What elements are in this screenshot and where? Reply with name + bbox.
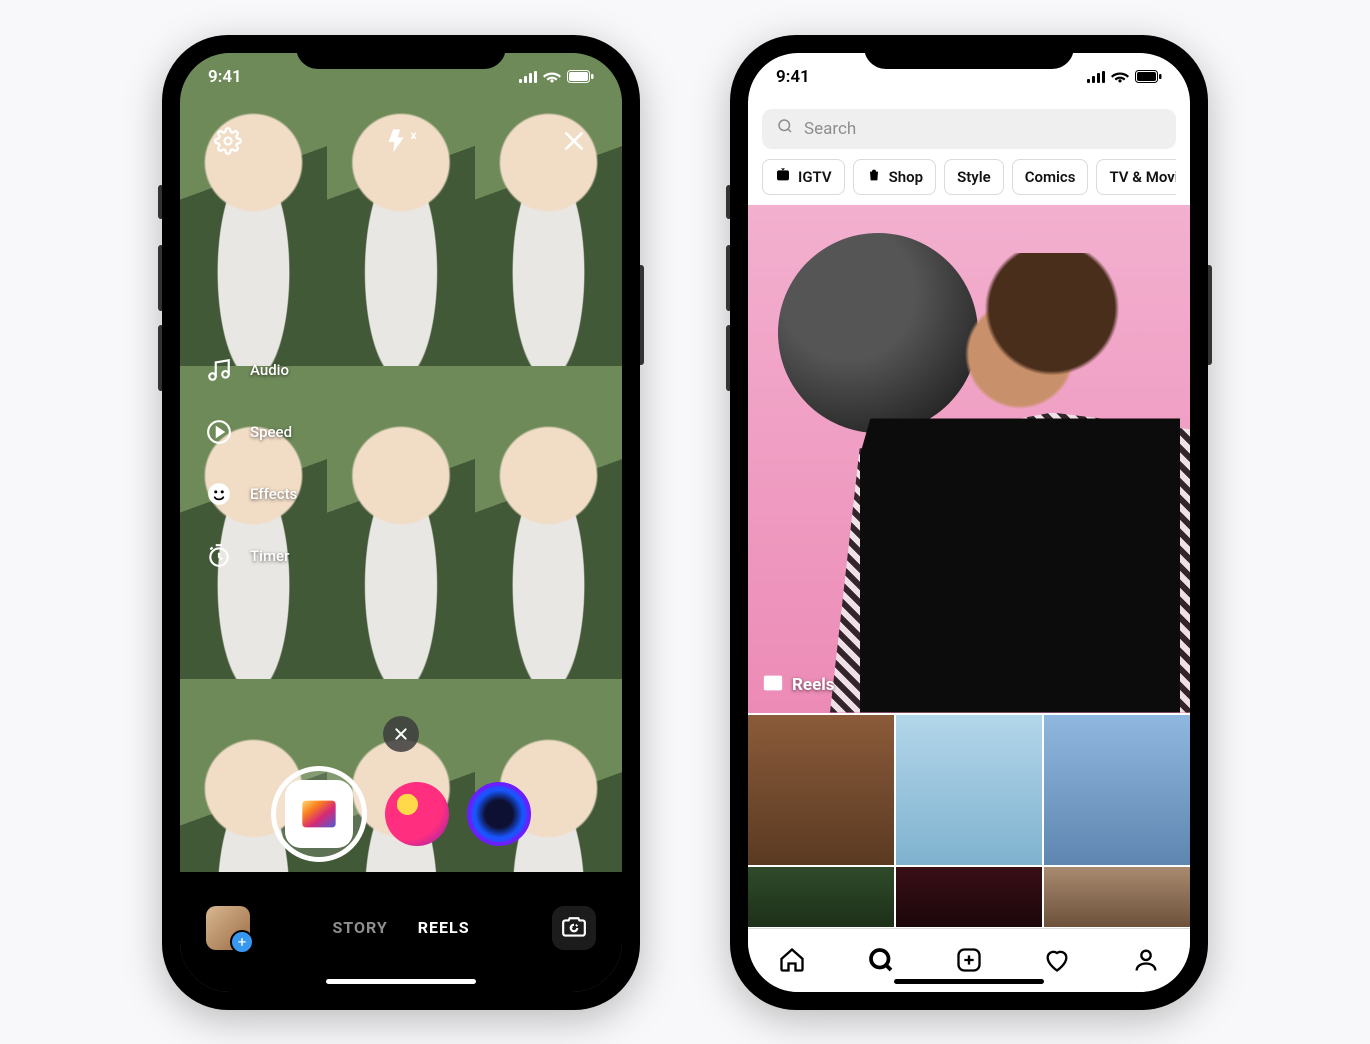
shop-icon xyxy=(866,167,882,187)
flash-button[interactable]: x xyxy=(381,121,421,161)
audio-tool-label: Audio xyxy=(250,361,289,379)
effects-tool[interactable]: Effects xyxy=(202,477,297,511)
timer-tool[interactable]: Timer xyxy=(202,539,297,573)
wifi-icon xyxy=(1111,70,1129,83)
chip-tvmovies[interactable]: TV & Movies xyxy=(1096,159,1176,195)
chip-label: TV & Movies xyxy=(1109,168,1176,186)
timer-icon xyxy=(202,539,236,573)
battery-icon xyxy=(567,70,594,83)
explore-feed[interactable]: Reels xyxy=(748,203,1190,928)
status-time: 9:41 xyxy=(208,67,242,87)
screen-explore: 9:41 Search xyxy=(748,53,1190,992)
mode-story[interactable]: STORY xyxy=(332,918,387,937)
capture-row xyxy=(180,766,622,862)
camera-bottom-bar: STORY REELS xyxy=(180,882,622,974)
status-bar: 9:41 xyxy=(748,53,1190,101)
effect-preset-1[interactable] xyxy=(385,782,449,846)
wifi-icon xyxy=(543,70,561,83)
chip-label: IGTV xyxy=(798,168,832,186)
timer-tool-label: Timer xyxy=(250,547,289,565)
speed-tool-label: Speed xyxy=(250,423,292,441)
cell-signal-icon xyxy=(1087,71,1105,83)
capture-button[interactable] xyxy=(271,766,367,862)
tab-profile[interactable] xyxy=(1124,938,1168,982)
status-time: 9:41 xyxy=(776,67,810,87)
explore-row-1 xyxy=(748,715,1190,865)
speed-tool[interactable]: Speed xyxy=(202,415,297,449)
effects-tool-label: Effects xyxy=(250,485,297,503)
mode-reels[interactable]: REELS xyxy=(418,918,470,937)
music-icon xyxy=(202,353,236,387)
phone-reels-camera: 9:41 x xyxy=(162,35,640,1010)
tab-home[interactable] xyxy=(770,938,814,982)
screen-camera: 9:41 x xyxy=(180,53,622,992)
igtv-icon xyxy=(775,167,791,187)
reels-badge-label: Reels xyxy=(792,675,834,695)
hero-person xyxy=(860,253,1180,713)
home-indicator xyxy=(894,979,1044,984)
effect-preset-2[interactable] xyxy=(467,782,531,846)
gallery-button[interactable] xyxy=(206,906,250,950)
explore-tile[interactable] xyxy=(748,867,894,927)
audio-tool[interactable]: Audio xyxy=(202,353,297,387)
reels-icon xyxy=(285,780,353,848)
effects-icon xyxy=(202,477,236,511)
flip-camera-button[interactable] xyxy=(552,906,596,950)
speed-icon xyxy=(202,415,236,449)
phone-explore: 9:41 Search xyxy=(730,35,1208,1010)
explore-hero-tile[interactable]: Reels xyxy=(748,203,1190,713)
explore-tile[interactable] xyxy=(748,715,894,865)
chip-label: Shop xyxy=(889,168,923,186)
camera-mode-tabs: STORY REELS xyxy=(332,918,469,937)
chip-label: Comics xyxy=(1025,168,1076,186)
status-bar: 9:41 xyxy=(180,53,622,101)
topic-chips: IGTV Shop Style Comics TV & Movies xyxy=(762,159,1176,205)
explore-tile[interactable] xyxy=(896,715,1042,865)
tab-search[interactable] xyxy=(859,938,903,982)
home-indicator xyxy=(326,979,476,984)
chip-igtv[interactable]: IGTV xyxy=(762,159,845,195)
chip-label: Style xyxy=(957,168,991,186)
tab-activity[interactable] xyxy=(1035,938,1079,982)
cell-signal-icon xyxy=(519,71,537,83)
camera-top-bar: x xyxy=(180,121,622,161)
reels-badge: Reels xyxy=(762,672,834,699)
explore-tile[interactable] xyxy=(1044,715,1190,865)
reels-icon xyxy=(762,672,784,699)
explore-tile[interactable] xyxy=(1044,867,1190,927)
search-input[interactable]: Search xyxy=(762,109,1176,149)
clear-effect-button[interactable] xyxy=(383,716,419,752)
chip-style[interactable]: Style xyxy=(944,159,1004,195)
search-placeholder: Search xyxy=(804,119,856,139)
search-icon xyxy=(776,117,794,140)
chip-comics[interactable]: Comics xyxy=(1012,159,1089,195)
settings-button[interactable] xyxy=(208,121,248,161)
close-button[interactable] xyxy=(554,121,594,161)
battery-icon xyxy=(1135,70,1162,83)
explore-header: Search IGTV Shop Style xyxy=(748,101,1190,205)
tab-create[interactable] xyxy=(947,938,991,982)
explore-row-2 xyxy=(748,867,1190,927)
chip-shop[interactable]: Shop xyxy=(853,159,936,195)
camera-tool-rail: Audio Speed Effects Timer xyxy=(202,353,297,573)
explore-tile[interactable] xyxy=(896,867,1042,927)
